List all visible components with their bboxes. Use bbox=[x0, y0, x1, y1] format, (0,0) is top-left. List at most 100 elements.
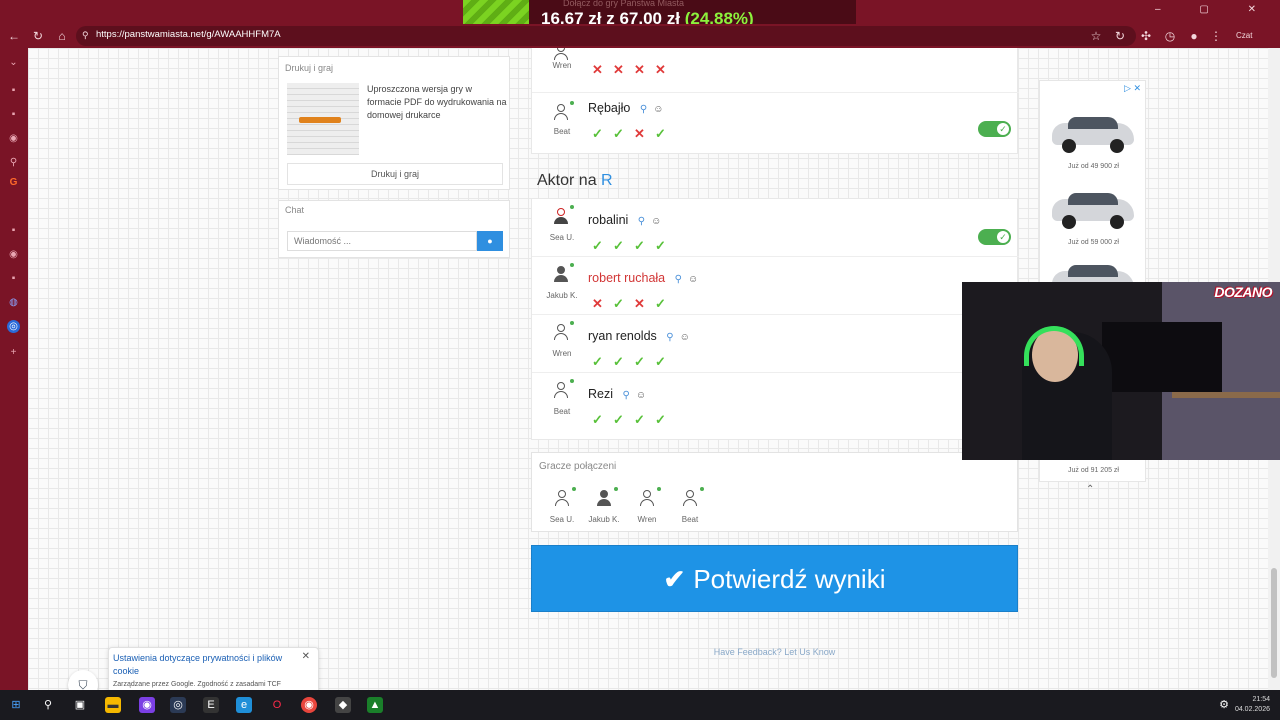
vote-yes-icon[interactable]: ✓ bbox=[613, 126, 634, 142]
player-name: Beat bbox=[553, 407, 571, 416]
vote-no-icon[interactable]: ✕ bbox=[634, 62, 655, 78]
chevron-up-icon[interactable]: ⌃ bbox=[1086, 484, 1094, 495]
home-icon[interactable]: ⌂ bbox=[54, 28, 70, 44]
confirm-results-button[interactable]: ✔ Potwierdź wyniki bbox=[531, 545, 1018, 612]
tray-icon[interactable]: ⚙ bbox=[1216, 697, 1232, 713]
vote-yes-icon[interactable]: ✓ bbox=[634, 354, 655, 370]
app-icon[interactable]: ◆ bbox=[335, 697, 351, 713]
accept-toggle[interactable]: ✓ bbox=[978, 121, 1011, 137]
edge-icon[interactable]: e bbox=[236, 697, 252, 713]
car-image[interactable] bbox=[1048, 111, 1138, 155]
task-view-icon[interactable]: ▣ bbox=[72, 697, 88, 713]
history-icon[interactable]: ◷ bbox=[1162, 28, 1178, 44]
vote-yes-icon[interactable]: ✓ bbox=[592, 412, 613, 428]
emoji-icon[interactable]: ☺ bbox=[653, 104, 663, 115]
ad-price: Już od 49 900 zł bbox=[1068, 163, 1119, 170]
search-icon[interactable]: ⚲ bbox=[675, 274, 682, 285]
vote-no-icon[interactable]: ✕ bbox=[592, 62, 613, 78]
send-message-button[interactable]: ● bbox=[477, 231, 503, 251]
discord-icon[interactable]: ◍ bbox=[7, 296, 20, 309]
emoji-icon[interactable]: ☺ bbox=[680, 332, 690, 343]
vote-yes-icon[interactable]: ✓ bbox=[592, 238, 613, 254]
vote-yes-icon[interactable]: ✓ bbox=[655, 126, 676, 142]
menu-icon[interactable]: ⋮ bbox=[1208, 28, 1224, 44]
vote-yes-icon[interactable]: ✓ bbox=[655, 354, 676, 370]
tab-icon[interactable]: ◉ bbox=[7, 132, 20, 145]
g-logo-icon[interactable]: G bbox=[7, 176, 20, 189]
vote-yes-icon[interactable]: ✓ bbox=[634, 412, 655, 428]
profile-avatar[interactable]: ● bbox=[1186, 28, 1202, 44]
bookmark-star-icon[interactable]: ☆ bbox=[1088, 28, 1104, 44]
ad-close-icon[interactable]: ▷ ✕ bbox=[1124, 83, 1141, 94]
print-and-play-button[interactable]: Drukuj i graj bbox=[287, 163, 503, 185]
accept-toggle[interactable]: ✓ bbox=[978, 229, 1011, 245]
vote-yes-icon[interactable]: ✓ bbox=[634, 238, 655, 254]
site-info-icon[interactable]: ⚲ bbox=[82, 30, 92, 41]
cookie-consent-popup[interactable]: Ustawienia dotyczące prywatności i plikó… bbox=[108, 647, 319, 690]
url-text[interactable]: https://panstwamiasta.net/g/AWAAHHFM7A bbox=[96, 29, 281, 40]
epic-games-icon[interactable]: E bbox=[203, 697, 219, 713]
copilot-chat-button[interactable]: Czat bbox=[1236, 28, 1276, 44]
tab-icon[interactable]: ▪ bbox=[7, 272, 20, 285]
tab-icon[interactable]: ▪ bbox=[7, 84, 20, 97]
vote-yes-icon[interactable]: ✓ bbox=[592, 126, 613, 142]
chevron-down-icon[interactable]: ⌄ bbox=[7, 56, 20, 69]
tab-icon[interactable]: ◉ bbox=[7, 248, 20, 261]
search-icon[interactable]: ⚲ bbox=[638, 216, 645, 227]
vote-no-icon[interactable]: ✕ bbox=[655, 62, 676, 78]
search-icon[interactable]: ⚲ bbox=[666, 332, 673, 343]
search-icon[interactable]: ⚲ bbox=[623, 390, 630, 401]
vote-yes-icon[interactable]: ✓ bbox=[613, 296, 634, 312]
search-icon[interactable]: ⚲ bbox=[7, 156, 20, 169]
back-icon[interactable]: ← bbox=[6, 28, 22, 44]
chrome-icon[interactable]: ◉ bbox=[301, 697, 317, 713]
vote-no-icon[interactable]: ✕ bbox=[634, 296, 655, 312]
car-image[interactable] bbox=[1048, 187, 1138, 231]
extension-icon[interactable]: ↻ bbox=[1112, 28, 1128, 44]
vote-yes-icon[interactable]: ✓ bbox=[613, 238, 634, 254]
webcam-overlay: DOZANO bbox=[962, 282, 1280, 460]
scrollbar-thumb[interactable] bbox=[1271, 568, 1277, 678]
app-icon[interactable]: ◉ bbox=[139, 697, 155, 713]
opera-icon[interactable]: O bbox=[269, 697, 285, 713]
online-indicator bbox=[570, 321, 574, 325]
file-explorer-icon[interactable]: ▬ bbox=[105, 697, 121, 713]
window-controls[interactable]: ‒ ▢ ✕ bbox=[1155, 4, 1274, 15]
vote-yes-icon[interactable]: ✓ bbox=[655, 412, 676, 428]
chat-input[interactable] bbox=[287, 231, 477, 251]
tab-icon[interactable]: ▪ bbox=[7, 224, 20, 237]
user-icon bbox=[552, 323, 570, 341]
emoji-icon[interactable]: ☺ bbox=[636, 390, 646, 401]
vote-yes-icon[interactable]: ✓ bbox=[613, 412, 634, 428]
close-icon[interactable]: ✕ bbox=[302, 651, 310, 662]
search-icon[interactable]: ⚲ bbox=[40, 697, 56, 713]
vote-no-icon[interactable]: ✕ bbox=[634, 126, 655, 142]
privacy-shield-icon[interactable]: ⛉ bbox=[68, 670, 98, 690]
reload-icon[interactable]: ↻ bbox=[30, 28, 46, 44]
online-indicator bbox=[570, 379, 574, 383]
browser-sidebar: ⌄ ▪ ▪ ◉ ⚲ G ▪ ◉ ▪ ◍ ◎ + bbox=[0, 48, 28, 690]
votes: ✕ ✕ ✕ ✕ bbox=[592, 61, 676, 79]
tab-icon[interactable]: ▪ bbox=[7, 108, 20, 121]
emoji-icon[interactable]: ☺ bbox=[688, 274, 698, 285]
steam-icon[interactable]: ◎ bbox=[170, 697, 186, 713]
vote-yes-icon[interactable]: ✓ bbox=[655, 238, 676, 254]
app-icon[interactable]: ◎ bbox=[7, 320, 20, 333]
feedback-link[interactable]: Have Feedback? Let Us Know bbox=[531, 647, 1018, 657]
extensions-puzzle-icon[interactable]: ✣ bbox=[1138, 28, 1154, 44]
vote-no-icon[interactable]: ✕ bbox=[592, 296, 613, 312]
vote-yes-icon[interactable]: ✓ bbox=[613, 354, 634, 370]
system-clock[interactable]: 21:54 04.02.2026 bbox=[1235, 695, 1270, 715]
answers-card: Sea U. robalini ⚲ ☺ ✓ ✓ ✓ ✓ ✓ Jakub K. rober… bbox=[531, 198, 1019, 440]
vote-no-icon[interactable]: ✕ bbox=[613, 62, 634, 78]
vote-yes-icon[interactable]: ✓ bbox=[655, 296, 676, 312]
add-icon[interactable]: + bbox=[7, 346, 20, 359]
vote-yes-icon[interactable]: ✓ bbox=[592, 354, 613, 370]
search-icon[interactable]: ⚲ bbox=[640, 104, 647, 115]
address-bar[interactable]: ⚲ https://panstwamiasta.net/g/AWAAHHFM7A bbox=[76, 26, 1136, 46]
cookie-title[interactable]: Ustawienia dotyczące prywatności i plikó… bbox=[113, 652, 293, 678]
windows-start-icon[interactable]: ⊞ bbox=[8, 697, 24, 713]
emoji-icon[interactable]: ☺ bbox=[651, 216, 661, 227]
print-thumbnail[interactable] bbox=[287, 83, 359, 155]
nvidia-icon[interactable]: ▲ bbox=[367, 697, 383, 713]
